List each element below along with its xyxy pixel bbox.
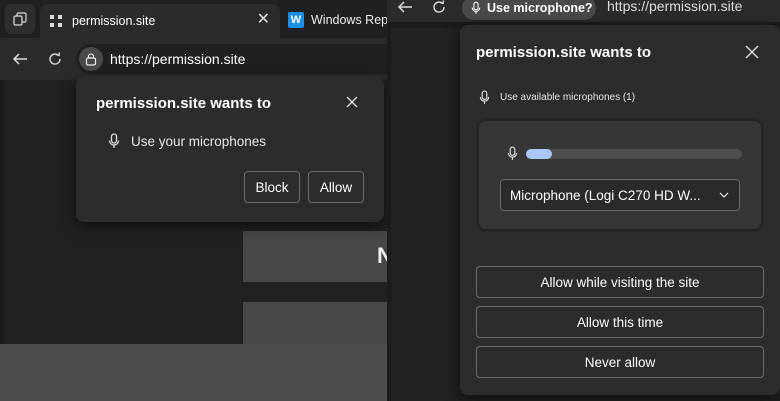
refresh-button[interactable]: [44, 48, 66, 70]
page-heading-fragment: N: [377, 243, 387, 268]
bottom-region: [0, 344, 387, 401]
back-arrow-icon: [12, 53, 27, 65]
right-browser-window: Use microphone? https://permission.site …: [387, 0, 780, 401]
selected-device: Microphone (Logi C270 HD W...: [510, 187, 701, 203]
microphone-card: Microphone (Logi C270 HD W...: [476, 118, 764, 232]
toolbar: https://permission.site: [0, 38, 387, 80]
address-bar[interactable]: https://permission.site: [76, 44, 387, 74]
url-text: https://permission.site: [110, 51, 246, 67]
mic-level-fill: [526, 148, 552, 159]
close-icon[interactable]: [744, 44, 760, 60]
tab-actions-button[interactable]: [5, 4, 35, 34]
mic-level-meter: [526, 148, 742, 159]
microphone-icon: [507, 146, 518, 160]
page-block: N: [243, 231, 387, 282]
url-text: https://permission.site: [607, 0, 743, 14]
tab-title: Windows Repo: [311, 13, 387, 27]
allow-this-time-button[interactable]: Allow this time: [476, 306, 764, 338]
microphone-icon: [471, 1, 481, 14]
tab-close-icon[interactable]: ✕: [257, 12, 270, 28]
back-button[interactable]: [394, 0, 416, 18]
permission-subheading: Use available microphones (1): [479, 90, 635, 105]
chevron-down-icon: [719, 192, 729, 198]
use-microphone-chip[interactable]: Use microphone?: [462, 0, 596, 20]
back-arrow-icon: [397, 1, 412, 13]
mic-level-row: [507, 146, 742, 161]
tab-permission-site[interactable]: permission.site ✕: [40, 4, 280, 38]
microphone-icon: [479, 90, 490, 104]
block-button[interactable]: Block: [244, 171, 300, 203]
w-favicon-icon: W: [288, 12, 304, 28]
tab-windows-repo[interactable]: W Windows Repo: [281, 4, 387, 36]
left-browser-window: permission.site ✕ W Windows Repo https:/…: [0, 0, 387, 401]
microphone-icon: [108, 133, 120, 148]
permission-prompt: permission.site wants to Use your microp…: [76, 76, 384, 222]
microphone-permission-prompt: permission.site wants to Use available m…: [460, 25, 780, 395]
back-button[interactable]: [9, 48, 31, 70]
allow-while-visiting-button[interactable]: Allow while visiting the site: [476, 266, 764, 298]
refresh-button[interactable]: [428, 0, 450, 18]
tab-strip: permission.site ✕ W Windows Repo: [0, 0, 387, 38]
prompt-title: permission.site wants to: [96, 95, 272, 112]
microphone-select[interactable]: Microphone (Logi C270 HD W...: [500, 179, 740, 211]
tab-actions-icon: [13, 12, 27, 26]
never-allow-button[interactable]: Never allow: [476, 346, 764, 378]
allow-button[interactable]: Allow: [308, 171, 364, 203]
subheading-text: Use available microphones (1): [500, 92, 636, 103]
refresh-icon: [433, 0, 445, 13]
dots-favicon-icon: [50, 15, 62, 27]
lock-icon: [85, 53, 97, 66]
chip-label: Use microphone?: [487, 1, 593, 15]
page-block: [243, 302, 387, 344]
toolbar: Use microphone? https://permission.site: [387, 0, 780, 22]
refresh-icon: [49, 52, 61, 65]
close-icon[interactable]: [344, 94, 360, 110]
prompt-title: permission.site wants to: [476, 44, 652, 61]
site-info-button[interactable]: [79, 47, 103, 71]
permission-row: Use your microphones: [108, 133, 266, 149]
permission-text: Use your microphones: [131, 133, 267, 149]
tab-title: permission.site: [72, 14, 156, 28]
